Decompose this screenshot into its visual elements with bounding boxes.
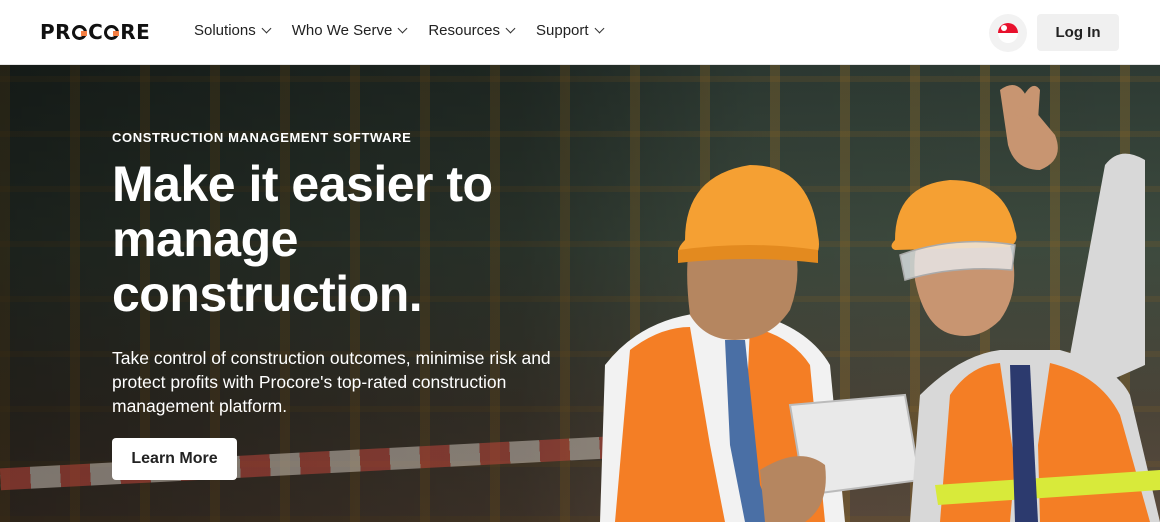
chevron-down-icon <box>505 23 516 34</box>
main-menu: Solutions Who We Serve Resources Support <box>194 22 625 39</box>
menu-who-we-serve[interactable]: Who We Serve <box>291 22 408 39</box>
menu-label: Who We Serve <box>291 22 393 39</box>
menu-label: Solutions <box>194 22 256 39</box>
menu-solutions[interactable]: Solutions <box>194 22 272 39</box>
chevron-down-icon <box>261 23 272 34</box>
region-selector-button[interactable] <box>989 14 1027 52</box>
hero-section: CONSTRUCTION MANAGEMENT SOFTWARE Make it… <box>0 65 1160 522</box>
hero-subtext: Take control of construction outcomes, m… <box>112 348 551 416</box>
top-navbar: PR C RE Solutions Who We Serve Resources S… <box>0 0 1160 65</box>
chevron-down-icon <box>594 23 605 34</box>
procore-logo[interactable]: PR C RE <box>40 20 150 44</box>
menu-resources[interactable]: Resources <box>428 22 516 39</box>
chevron-down-icon <box>397 23 408 34</box>
menu-support[interactable]: Support <box>536 22 605 39</box>
hero-headline: Make it easier to manage construction. <box>112 156 493 322</box>
login-button[interactable]: Log In <box>1037 14 1119 51</box>
construction-workers-image <box>600 85 1160 522</box>
menu-label: Support <box>536 22 589 39</box>
learn-more-button[interactable]: Learn More <box>112 438 237 480</box>
menu-label: Resources <box>428 22 501 39</box>
hero-eyebrow: CONSTRUCTION MANAGEMENT SOFTWARE <box>112 130 412 145</box>
singapore-flag-icon <box>998 23 1018 43</box>
